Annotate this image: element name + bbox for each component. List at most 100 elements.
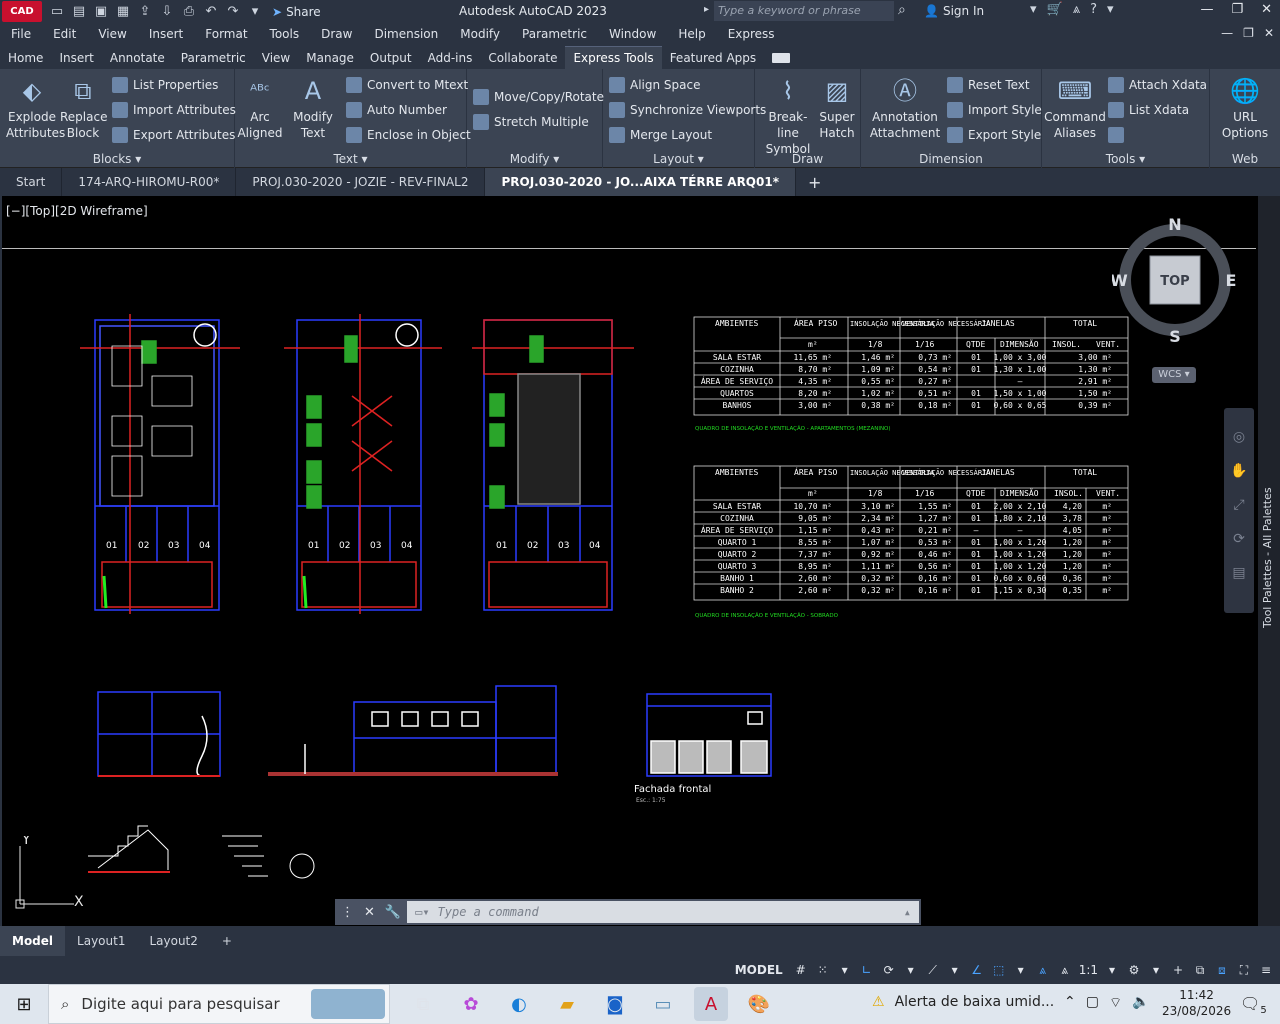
- auto-scale-icon[interactable]: ⩓: [1057, 963, 1073, 978]
- panel-title-text[interactable]: Text ▾: [235, 152, 466, 166]
- annotation-monitor-icon[interactable]: +: [1170, 963, 1186, 977]
- menu-parametric[interactable]: Parametric: [511, 27, 598, 41]
- plot-icon[interactable]: ⎙: [180, 3, 198, 21]
- import-attributes-button[interactable]: Import Attributes: [112, 102, 236, 118]
- command-aliases-button[interactable]: ⌨ Command Aliases: [1044, 73, 1106, 141]
- command-customize-icon[interactable]: 🔧: [385, 905, 401, 920]
- object-snap-dropdown-icon[interactable]: ▾: [1013, 963, 1029, 977]
- new-tab-icon[interactable]: +: [796, 173, 833, 192]
- units-icon[interactable]: ⧉: [1192, 963, 1208, 978]
- cart-icon[interactable]: 🛒: [1047, 2, 1063, 17]
- polar-dropdown-icon[interactable]: ▾: [903, 963, 919, 977]
- autocad-taskbar-icon[interactable]: A: [694, 987, 728, 1021]
- menu-insert[interactable]: Insert: [138, 27, 194, 41]
- orbit-icon[interactable]: ⟳: [1224, 522, 1254, 556]
- autocad-app-button[interactable]: CAD: [2, 1, 42, 22]
- navigation-bar[interactable]: ◎ ✋ ⤢ ⟳ ▤: [1224, 408, 1254, 613]
- doc-close-icon[interactable]: ✕: [1264, 26, 1274, 40]
- add-layout-icon[interactable]: +: [210, 926, 244, 956]
- menu-file[interactable]: File: [0, 27, 42, 41]
- help-dropdown-icon[interactable]: ▾: [1107, 2, 1114, 17]
- layout-tab-layout2[interactable]: Layout2: [137, 926, 209, 956]
- steering-wheel-icon[interactable]: ◎: [1224, 420, 1254, 454]
- outlook-icon[interactable]: ◙: [598, 987, 632, 1021]
- taskbar-clock[interactable]: 11:42 23/08/2026: [1162, 987, 1231, 1019]
- save-as-icon[interactable]: ▦: [114, 3, 132, 21]
- tab-parametric[interactable]: Parametric: [173, 47, 254, 69]
- enclose-object-button[interactable]: Enclose in Object: [346, 127, 471, 143]
- model-space-button[interactable]: MODEL: [731, 963, 787, 977]
- notification-center-icon[interactable]: 🗨5: [1240, 994, 1267, 1016]
- search-icon[interactable]: ⌕: [898, 2, 906, 18]
- viewcube[interactable]: TOP N S W E: [1110, 215, 1237, 346]
- menu-draw[interactable]: Draw: [310, 27, 363, 41]
- open-folder-icon[interactable]: ▤: [70, 3, 88, 21]
- panel-title-tools[interactable]: Tools ▾: [1042, 152, 1209, 166]
- list-xdata-button[interactable]: List Xdata: [1108, 102, 1189, 118]
- annotation-attachment-button[interactable]: Ⓐ Annotation Attachment: [867, 73, 943, 141]
- signin-dropdown-icon[interactable]: ▾: [1030, 2, 1037, 17]
- menu-help[interactable]: Help: [667, 27, 716, 41]
- task-view-icon[interactable]: ⧉: [406, 987, 440, 1021]
- modify-text-button[interactable]: A Modify Text: [291, 73, 335, 141]
- command-input[interactable]: ▭▾ Type a command ▴: [407, 901, 919, 923]
- save-web-icon[interactable]: ⇩: [158, 3, 176, 21]
- drawing-canvas[interactable]: [−][Top][2D Wireframe] 01 02 03 04 01 02…: [0, 196, 1258, 926]
- tab-featured-apps[interactable]: Featured Apps: [662, 47, 764, 69]
- doc-tab-start[interactable]: Start: [0, 168, 63, 196]
- reset-text-button[interactable]: Reset Text: [947, 77, 1030, 93]
- menu-modify[interactable]: Modify: [449, 27, 511, 41]
- list-properties-button[interactable]: List Properties: [112, 77, 218, 93]
- layout-tab-layout1[interactable]: Layout1: [65, 926, 137, 956]
- weather-alert[interactable]: ⚠ Alerta de baixa umid...: [872, 994, 1054, 1010]
- menu-format[interactable]: Format: [194, 27, 258, 41]
- undo-icon[interactable]: ↶: [202, 3, 220, 21]
- zoom-extents-icon[interactable]: ⤢: [1224, 488, 1254, 522]
- import-style-button[interactable]: Import Style: [947, 102, 1042, 118]
- quick-properties-icon[interactable]: ⧈: [1214, 963, 1230, 978]
- url-options-button[interactable]: 🌐 URL Options: [1214, 73, 1276, 141]
- tab-collaborate[interactable]: Collaborate: [480, 47, 565, 69]
- tab-home[interactable]: Home: [0, 47, 51, 69]
- convert-mtext-button[interactable]: Convert to Mtext: [346, 77, 468, 93]
- menu-dimension[interactable]: Dimension: [363, 27, 449, 41]
- command-recent-icon[interactable]: ▭▾: [415, 905, 429, 919]
- sync-viewports-button[interactable]: Synchronize Viewports: [609, 102, 766, 118]
- doc-tab-jozie[interactable]: PROJ.030-2020 - JOZIE - REV-FINAL2: [236, 168, 486, 196]
- panel-title-modify[interactable]: Modify ▾: [467, 152, 602, 166]
- tool-palettes-bar[interactable]: Tool Palettes - All Palettes: [1258, 196, 1280, 926]
- grid-icon[interactable]: #: [793, 963, 809, 977]
- export-style-button[interactable]: Export Style: [947, 127, 1041, 143]
- tray-overflow-icon[interactable]: ⌃: [1064, 994, 1076, 1012]
- isodraft-dropdown-icon[interactable]: ▾: [947, 963, 963, 977]
- export-attributes-button[interactable]: Export Attributes: [112, 127, 235, 143]
- windows-start-icon[interactable]: ⊞: [0, 984, 48, 1024]
- object-snap-icon[interactable]: ⬚: [991, 963, 1007, 977]
- volume-icon[interactable]: 🔈: [1132, 994, 1149, 1012]
- polar-icon[interactable]: ⟳: [881, 963, 897, 977]
- ortho-icon[interactable]: ∟: [859, 963, 875, 977]
- save-icon[interactable]: ▣: [92, 3, 110, 21]
- showmotion-icon[interactable]: ▤: [1224, 556, 1254, 590]
- doc-tab-active[interactable]: PROJ.030-2020 - JO...AIXA TÉRRE ARQ01*: [485, 168, 796, 196]
- share-button[interactable]: ➤ Share: [272, 5, 321, 19]
- wcs-menu-button[interactable]: WCS ▾: [1152, 367, 1196, 383]
- menu-tools[interactable]: Tools: [259, 27, 311, 41]
- tab-insert[interactable]: Insert: [51, 47, 101, 69]
- menu-view[interactable]: View: [87, 27, 137, 41]
- tab-express-tools[interactable]: Express Tools: [565, 46, 662, 69]
- doc-minimize-icon[interactable]: —: [1221, 26, 1233, 40]
- auto-number-button[interactable]: Auto Number: [346, 102, 447, 118]
- replace-block-button[interactable]: ⧉ Replace Block: [60, 73, 107, 141]
- qat-dropdown-icon[interactable]: ▾: [246, 3, 264, 21]
- panel-title-layout[interactable]: Layout ▾: [603, 152, 754, 166]
- copilot-icon[interactable]: ✿: [454, 987, 488, 1021]
- meet-now-icon[interactable]: ▢: [1086, 994, 1099, 1012]
- command-history-icon[interactable]: ▴: [904, 905, 911, 919]
- arc-aligned-button[interactable]: ᴬᴮᶜ Arc Aligned: [237, 73, 283, 141]
- attach-xdata-button[interactable]: Attach Xdata: [1108, 77, 1207, 93]
- tab-annotate[interactable]: Annotate: [102, 47, 173, 69]
- help-icon[interactable]: ?: [1090, 2, 1097, 17]
- taskbar-search-box[interactable]: ⌕ Digite aqui para pesquisar: [48, 984, 390, 1024]
- autodesk-a360-icon[interactable]: ⩓: [1073, 2, 1080, 17]
